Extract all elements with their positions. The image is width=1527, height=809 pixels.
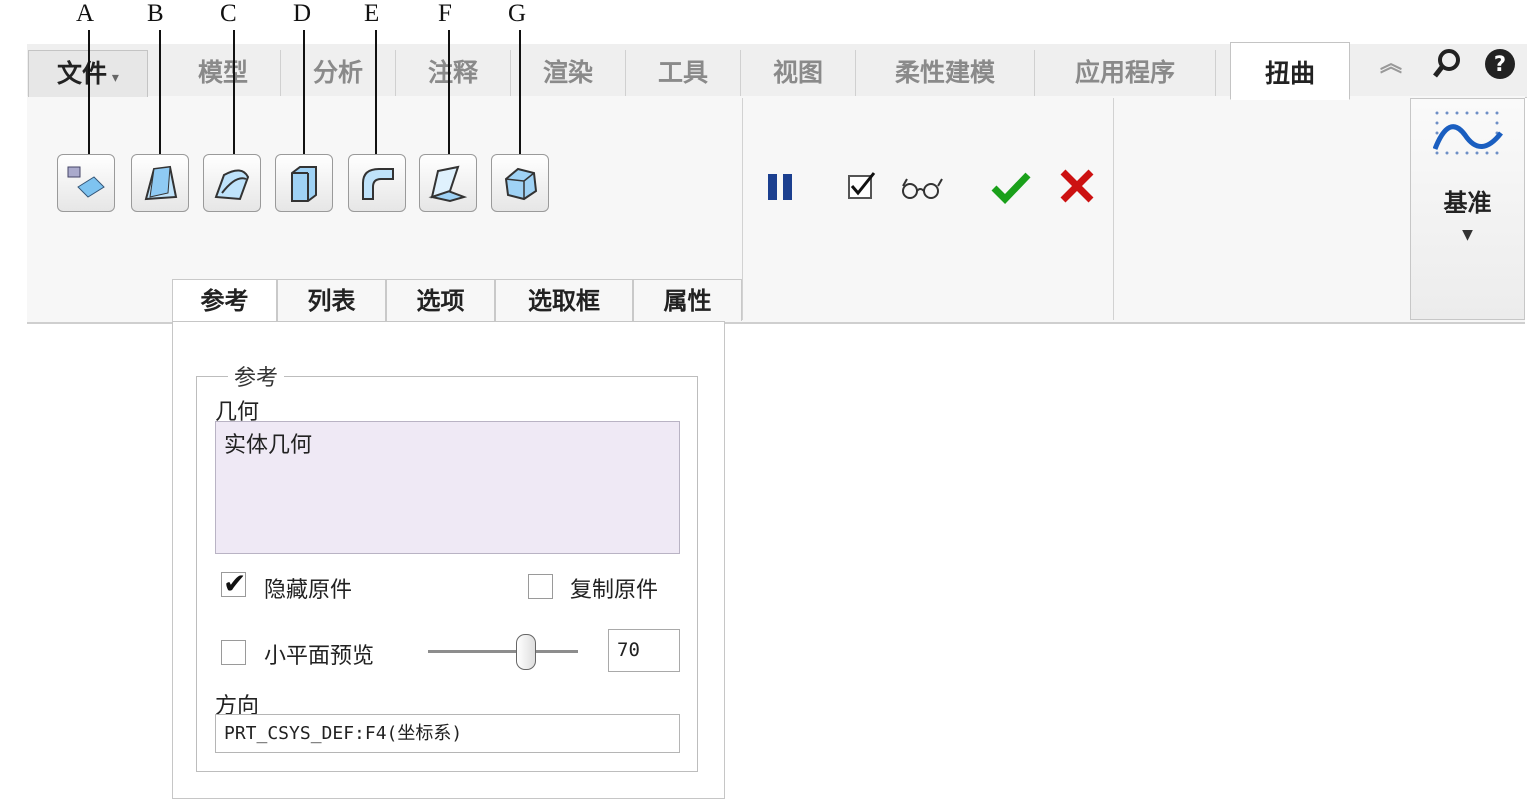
facet-slider-thumb[interactable] (516, 634, 536, 670)
twist-button[interactable] (419, 154, 477, 212)
direction-collector[interactable]: PRT_CSYS_DEF:F4(坐标系) (215, 714, 680, 753)
facet-value-field[interactable]: 70 (608, 629, 680, 672)
callout-leader-line (375, 30, 377, 154)
help-icon[interactable]: ? (1484, 48, 1516, 88)
callout-leader-line (303, 30, 305, 154)
preview-check-button[interactable] (847, 170, 877, 204)
cancel-icon (1060, 169, 1094, 203)
search-icon[interactable] (1432, 48, 1462, 88)
copy-original-label: 复制原件 (570, 578, 659, 603)
callout-g: G (508, 0, 527, 27)
confirm-icon (991, 172, 1031, 205)
tab-properties[interactable]: 属性 (633, 279, 742, 321)
callout-f: F (438, 0, 452, 27)
ribbon-separator (1113, 98, 1114, 320)
sculpt-icon (504, 167, 538, 201)
callout-d: D (293, 0, 312, 27)
callout-leader-line (448, 30, 450, 154)
preview-icon (902, 178, 943, 199)
warp-icon (144, 165, 178, 201)
tab-tools[interactable]: 工具 (626, 50, 741, 96)
tab-view[interactable]: 视图 (741, 50, 856, 96)
tab-warp[interactable]: 扭曲 (1230, 42, 1350, 100)
sculpt-button[interactable] (491, 154, 549, 212)
references-group-title: 参考 (228, 360, 285, 392)
bend-icon (362, 168, 394, 200)
datum-label: 基准 (1443, 189, 1492, 217)
callout-b: B (147, 0, 164, 27)
spine-icon (214, 169, 250, 201)
geometry-value: 实体几何 (224, 433, 313, 458)
file-menu-label: 文件 (57, 59, 108, 88)
facet-preview-label: 小平面预览 (264, 644, 375, 669)
spine-button[interactable] (203, 154, 261, 212)
pause-icon (768, 174, 792, 200)
pause-button[interactable] (767, 172, 797, 206)
hide-original-label: 隐藏原件 (264, 578, 353, 603)
tab-references[interactable]: 参考 (172, 279, 277, 321)
callout-leader-line (233, 30, 235, 154)
callout-a: A (76, 0, 95, 27)
tab-analysis[interactable]: 分析 (281, 50, 396, 96)
ribbon-separator (742, 98, 743, 320)
twist-icon (428, 165, 468, 203)
hide-original-checkbox[interactable]: ✔ (221, 567, 246, 600)
tab-options[interactable]: 选项 (386, 279, 495, 321)
datum-button[interactable]: 基准 ▼ (1410, 98, 1525, 320)
bend-button[interactable] (348, 154, 406, 212)
transform-button[interactable] (57, 154, 115, 212)
checkbox-icon (848, 172, 876, 199)
callout-e: E (364, 0, 380, 27)
collapse-ribbon-icon[interactable]: ︽ (1380, 46, 1402, 78)
chevron-down-icon: ▼ (1462, 227, 1473, 243)
facet-preview-checkbox[interactable] (221, 640, 246, 665)
tab-applications[interactable]: 应用程序 (1035, 50, 1216, 96)
tab-render[interactable]: 渲染 (511, 50, 626, 96)
cancel-button[interactable] (1058, 168, 1096, 208)
preview-button[interactable] (899, 176, 945, 204)
svg-text:?: ? (1494, 52, 1506, 76)
geometry-collector[interactable]: 实体几何 (215, 421, 680, 554)
datum-curve-icon (1433, 111, 1503, 155)
transform-icon (67, 166, 105, 198)
callout-leader-line (519, 30, 521, 154)
callout-leader-line (159, 30, 161, 154)
ok-button[interactable] (991, 170, 1031, 208)
facet-slider-track[interactable] (428, 650, 578, 653)
checkmark-icon: ✔ (223, 567, 247, 600)
callout-leader-line (88, 30, 90, 154)
tab-list[interactable]: 列表 (277, 279, 386, 321)
chevron-down-icon: ▾ (107, 70, 119, 86)
copy-original-checkbox[interactable] (528, 574, 553, 599)
warp-button[interactable] (131, 154, 189, 212)
tab-annotate[interactable]: 注释 (396, 50, 511, 96)
callout-c: C (220, 0, 237, 27)
tab-model[interactable]: 模型 (166, 50, 281, 96)
stretch-button[interactable] (275, 154, 333, 212)
tab-marquee[interactable]: 选取框 (495, 279, 633, 321)
tab-flexible-modeling[interactable]: 柔性建模 (856, 50, 1035, 96)
stretch-icon (291, 166, 317, 202)
